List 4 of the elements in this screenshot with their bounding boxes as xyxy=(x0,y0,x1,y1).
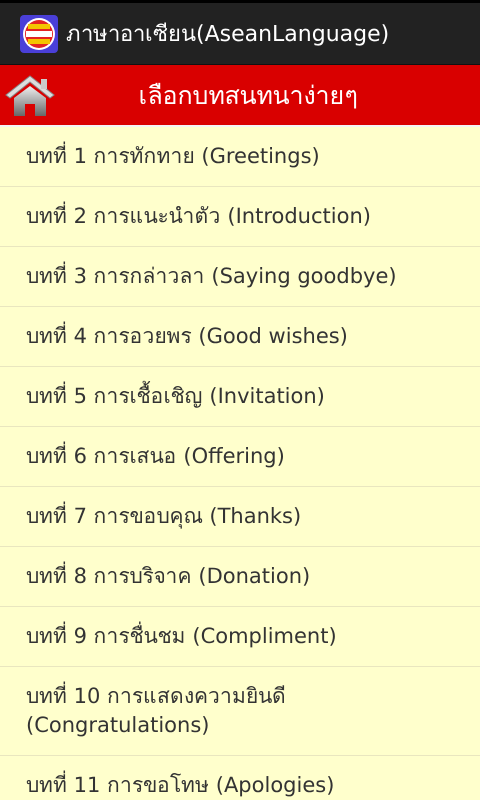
screen-title: เลือกบทสนทนาง่ายๆ xyxy=(138,80,358,112)
home-icon[interactable] xyxy=(4,73,56,117)
app-title: ภาษาอาเซียน(AseanLanguage) xyxy=(66,21,390,49)
app-logo-icon xyxy=(20,14,58,52)
